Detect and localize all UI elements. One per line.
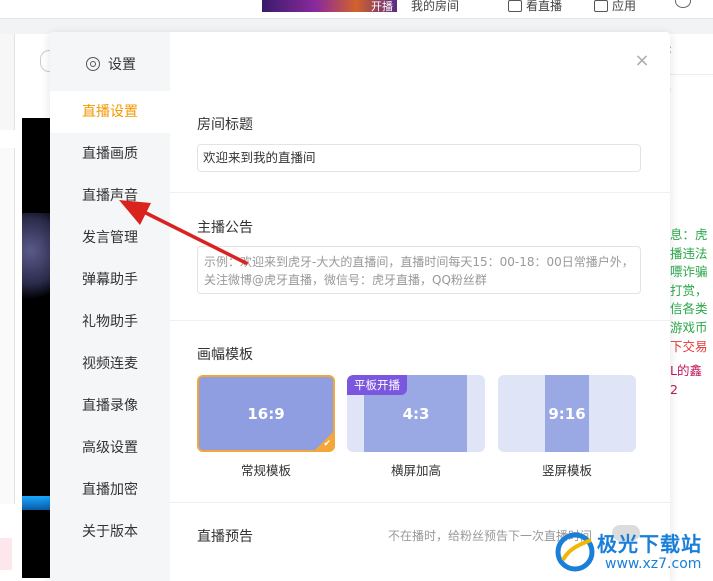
chat-line: 信各类 [670, 301, 708, 317]
settings-title-label: 设置 [108, 57, 136, 73]
template-name: 竖屏模板 [541, 463, 592, 478]
watermark-url: www.xz7.com [605, 556, 702, 572]
sidebar-item-encryption[interactable]: 直播加密 [50, 469, 170, 511]
notice-label: 主播公告 [197, 220, 253, 236]
settings-title: 设置 [86, 54, 136, 74]
divider [170, 192, 670, 193]
settings-sidebar: 设置 直播设置 直播画质 直播声音 发言管理 弹幕助手 礼物助手 视频连麦 直播… [50, 32, 170, 581]
nav-watch-live-label: 看直播 [526, 0, 563, 13]
sidebar-item-advanced[interactable]: 高级设置 [50, 427, 170, 469]
settings-dialog: 设置 直播设置 直播画质 直播声音 发言管理 弹幕助手 礼物助手 视频连麦 直播… [50, 32, 670, 581]
chat-messages: 息：虎 播违法 嘌诈骗 打赏， 信各类 游戏币 下交易 [670, 226, 708, 356]
watermark: 极光下载站 www.xz7.com [553, 526, 713, 581]
sidebar-item-live-settings[interactable]: 直播设置 [50, 91, 170, 133]
chat-line: 2 [670, 381, 678, 397]
divider [170, 502, 670, 503]
monitor-icon [508, 0, 522, 12]
chat-line: 下交易 [670, 338, 708, 354]
nav-apps[interactable]: 应用 [594, 0, 636, 14]
room-title-input[interactable]: 欢迎来到我的直播间 [197, 144, 641, 172]
sidebar-item-chat-management[interactable]: 发言管理 [50, 217, 170, 259]
chat-panel-header [668, 34, 713, 75]
template-portrait[interactable]: 9:16 [498, 375, 636, 452]
watermark-logo-icon [555, 532, 595, 572]
tablet-badge: 平板开播 [347, 375, 407, 395]
divider [170, 320, 670, 321]
sidebar-item-about[interactable]: 关于版本 [50, 511, 170, 553]
live-video-preview [22, 118, 50, 578]
sidebar-item-live-quality[interactable]: 直播画质 [50, 133, 170, 175]
check-icon: ✔ [323, 439, 331, 449]
background-card [0, 148, 15, 504]
chat-line: 游戏币 [670, 319, 708, 335]
sidebar-item-recording[interactable]: 直播录像 [50, 385, 170, 427]
background-strip [0, 538, 12, 570]
banner-text: 开播 [371, 0, 393, 13]
promo-banner[interactable]: 开播 [262, 0, 397, 13]
sidebar-item-gift-assistant[interactable]: 礼物助手 [50, 301, 170, 343]
template-landscape-tall[interactable]: 4:3 平板开播 [347, 375, 485, 452]
chat-line: L的鑫 [670, 363, 702, 378]
nav-apps-label: 应用 [612, 0, 637, 13]
video-waves [22, 496, 50, 510]
gear-icon [86, 57, 100, 71]
nav-watch-live[interactable]: 看直播 [508, 0, 562, 14]
sidebar-item-live-audio[interactable]: 直播声音 [50, 175, 170, 217]
chat-line: 息：虎 [670, 227, 708, 242]
template-standard[interactable]: 16:9 ✔ [197, 375, 335, 452]
chat-line: 嘌诈骗 [670, 264, 708, 280]
template-label: 画幅模板 [197, 347, 253, 363]
background-card [0, 34, 15, 130]
sidebar-item-video-link[interactable]: 视频连麦 [50, 343, 170, 385]
template-name: 常规模板 [240, 463, 291, 478]
template-ratio: 9:16 [548, 404, 586, 423]
watermark-name: 极光下载站 [597, 532, 702, 556]
room-title-label: 房间标题 [197, 117, 253, 133]
nav-my-room[interactable]: 我的房间 [411, 0, 459, 14]
apps-icon [594, 0, 608, 12]
preview-label: 直播预告 [197, 529, 253, 545]
chat-gift-message: L的鑫 2 [670, 362, 702, 399]
settings-content: 房间标题 欢迎来到我的直播间 主播公告 示例：欢迎来到虎牙-大大的直播间，直播时… [170, 32, 670, 581]
chat-line: 打赏， [670, 282, 708, 298]
chat-line: 播违法 [670, 245, 708, 261]
video-artwork [22, 213, 50, 308]
nav-my-room-label: 我的房间 [411, 0, 460, 13]
sidebar-item-danmaku-assistant[interactable]: 弹幕助手 [50, 259, 170, 301]
template-name: 横屏加高 [390, 463, 441, 478]
template-ratio: 16:9 [247, 404, 285, 423]
notice-textarea[interactable]: 示例：欢迎来到虎牙-大大的直播间，直播时间每天15：00-18：00日常播户外，… [197, 246, 641, 294]
